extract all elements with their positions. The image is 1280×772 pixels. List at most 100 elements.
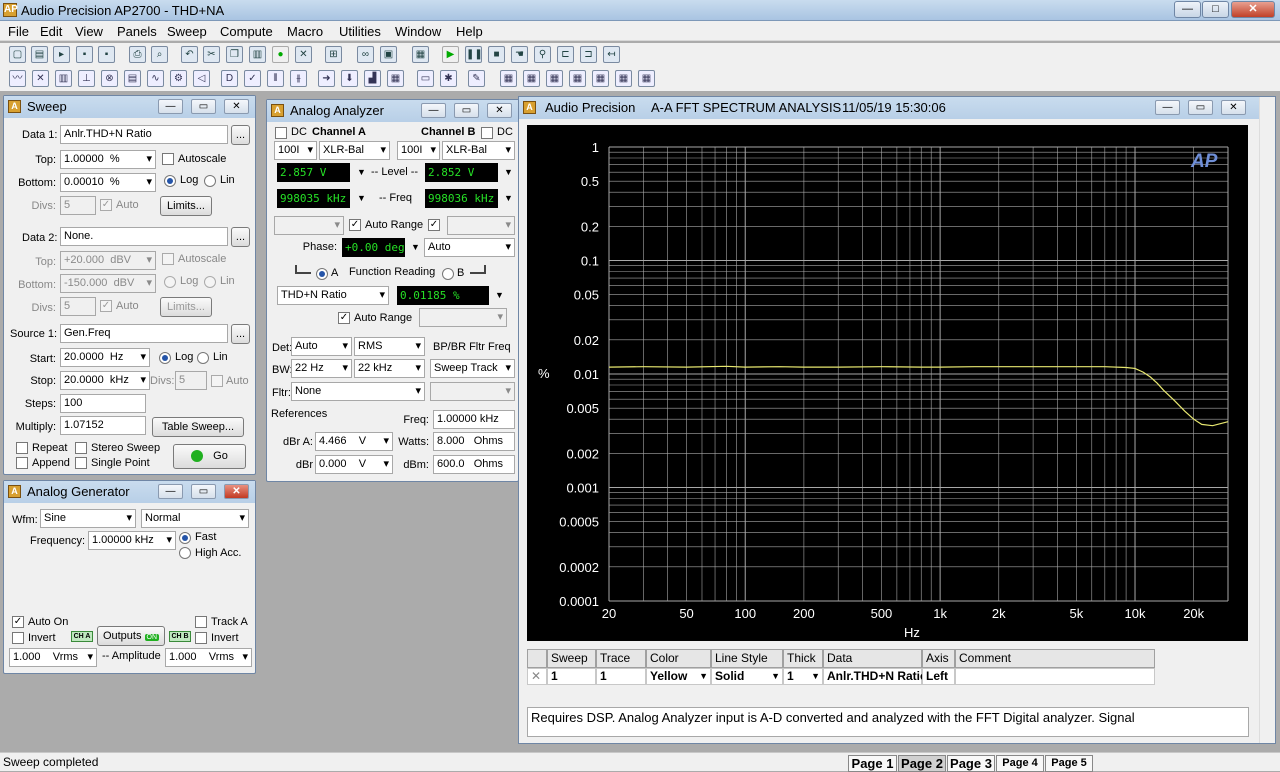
play-icon[interactable]: ▶ <box>442 46 459 63</box>
track-a-checkbox[interactable] <box>195 616 207 628</box>
menu-help[interactable]: Help <box>456 24 483 39</box>
amplitude-b-field[interactable]: 1.000 Vrms <box>165 648 252 667</box>
panel-maximize-button[interactable]: ▭ <box>191 484 216 499</box>
new-test-icon[interactable]: ▤ <box>31 46 48 63</box>
settings-icon[interactable]: ⚙ <box>170 70 187 87</box>
dc-a-checkbox[interactable] <box>275 127 287 139</box>
repeat-checkbox[interactable] <box>16 442 28 454</box>
data2-browse-button[interactable]: ... <box>231 227 250 247</box>
input-a-select[interactable]: XLR-Bal <box>319 141 390 160</box>
probe-icon[interactable]: ✕ <box>32 70 49 87</box>
close-button[interactable]: ✕ <box>1231 1 1275 18</box>
filter-icon[interactable]: ⊥ <box>78 70 95 87</box>
save-all-icon[interactable]: ▪ <box>98 46 115 63</box>
bw-high-select[interactable]: 22 kHz <box>354 359 425 378</box>
data2-log-radio[interactable] <box>164 276 176 288</box>
function-b-radio[interactable] <box>442 268 454 280</box>
table-sweep-button[interactable]: Table Sweep... <box>152 417 244 437</box>
auto-range-b-checkbox[interactable]: ✓ <box>428 219 440 231</box>
open-icon[interactable]: ▸ <box>53 46 70 63</box>
data1-lin-radio[interactable] <box>204 175 216 187</box>
graph-scrollbar[interactable] <box>1259 97 1275 743</box>
page-icon-2[interactable]: ▦ <box>523 70 540 87</box>
page-icon-5[interactable]: ▦ <box>592 70 609 87</box>
comment-textarea[interactable]: Requires DSP. Analog Analyzer input is A… <box>527 707 1249 737</box>
hand-icon[interactable]: ☚ <box>511 46 528 63</box>
meter-icon[interactable]: ▭ <box>417 70 434 87</box>
go-button[interactable]: Go <box>173 444 246 469</box>
append-checkbox[interactable] <box>16 457 28 469</box>
bracket-icon[interactable]: ⊏ <box>557 46 574 63</box>
function-range-select[interactable] <box>419 308 507 327</box>
dbm-field[interactable]: 600.0 Ohms <box>433 455 515 474</box>
freq-a-dropdown-icon[interactable]: ▼ <box>357 193 366 203</box>
page-tab-2[interactable]: Page 2 <box>898 755 946 772</box>
outputs-button[interactable]: Outputs ON <box>97 626 165 646</box>
pause-icon[interactable]: ❚❚ <box>465 46 482 63</box>
data2-limits-button[interactable]: Limits... <box>160 297 212 317</box>
line-style-dropdown-icon[interactable]: ▼ <box>771 669 780 684</box>
check-icon[interactable]: ✓ <box>244 70 261 87</box>
page-tab-3[interactable]: Page 3 <box>947 755 995 772</box>
panel-icon[interactable]: ▣ <box>380 46 397 63</box>
data2-divs-field[interactable]: 5 <box>60 297 96 316</box>
data1-browse-button[interactable]: ... <box>231 125 250 145</box>
data1-divs-field[interactable]: 5 <box>60 196 96 215</box>
new-file-icon[interactable]: ▢ <box>9 46 26 63</box>
data2-autoscale-checkbox[interactable] <box>162 253 174 265</box>
display-icon[interactable]: ▦ <box>412 46 429 63</box>
auto-range-a-checkbox[interactable]: ✓ <box>349 219 361 231</box>
menu-window[interactable]: Window <box>395 24 441 39</box>
level-b-dropdown-icon[interactable]: ▼ <box>504 167 513 177</box>
panel-maximize-button[interactable]: ▭ <box>454 103 479 118</box>
single-point-checkbox[interactable] <box>75 457 87 469</box>
wfm-select[interactable]: Sine <box>40 509 136 528</box>
range-a-select[interactable]: 100I <box>274 141 317 160</box>
data2-auto-checkbox[interactable]: ✓ <box>100 300 112 312</box>
data2-lin-radio[interactable] <box>204 276 216 288</box>
sweep-graph-icon[interactable]: 〰 <box>9 70 26 87</box>
auto-range-function-checkbox[interactable]: ✓ <box>338 312 350 324</box>
page-tab-1[interactable]: Page 1 <box>848 755 897 772</box>
plot-area[interactable]: 1 0.5 0.2 0.1 0.05 0.02 0.01 0.005 0.002 0.001 0.0… <box>527 125 1248 641</box>
frequency-field[interactable]: 1.00000 kHz <box>88 531 176 550</box>
stop-icon[interactable]: ■ <box>488 46 505 63</box>
menu-file[interactable]: File <box>8 24 29 39</box>
page-icon-7[interactable]: ▦ <box>638 70 655 87</box>
cell-trace[interactable]: 1 <box>596 668 646 685</box>
link-icon[interactable]: ∞ <box>357 46 374 63</box>
page-icon-3[interactable]: ▦ <box>546 70 563 87</box>
freq-b-dropdown-icon[interactable]: ▼ <box>504 193 513 203</box>
row-delete-icon[interactable]: ✕ <box>527 668 547 685</box>
minimize-button[interactable]: — <box>1174 1 1201 18</box>
data2-top-field[interactable]: +20.000 dBV <box>60 251 156 270</box>
data2-field[interactable]: None. <box>60 227 228 246</box>
function-a-radio[interactable] <box>316 268 328 280</box>
cell-sweep[interactable]: 1 <box>547 668 596 685</box>
fltr-aux-select[interactable] <box>430 382 515 401</box>
stop-field[interactable]: 20.0000 kHz <box>60 371 150 390</box>
panel-maximize-button[interactable]: ▭ <box>191 99 216 114</box>
panel-minimize-button[interactable]: — <box>158 484 183 499</box>
data1-autoscale-checkbox[interactable] <box>162 153 174 165</box>
source1-divs-field[interactable]: 5 <box>175 371 207 390</box>
wfm-mode-select[interactable]: Normal <box>141 509 249 528</box>
print-icon[interactable]: ⎙ <box>129 46 146 63</box>
high-acc-radio[interactable] <box>179 547 191 559</box>
data2-bottom-field[interactable]: -150.000 dBV <box>60 274 156 293</box>
data1-log-radio[interactable] <box>164 175 176 187</box>
dcx-icon[interactable]: D <box>221 70 238 87</box>
analyzer-icon[interactable]: ▤ <box>124 70 141 87</box>
cell-color[interactable]: Yellow ▼ <box>646 668 711 685</box>
graph-icon[interactable]: ⊞ <box>325 46 342 63</box>
det-type-select[interactable]: RMS <box>354 337 425 356</box>
sliders-icon[interactable]: ⫴ <box>267 70 284 87</box>
phase-mode-select[interactable]: Auto <box>424 238 515 257</box>
bar-meter-icon[interactable]: ▥ <box>55 70 72 87</box>
panel-close-button[interactable]: ✕ <box>487 103 512 118</box>
copy-icon[interactable]: ❐ <box>226 46 243 63</box>
panel-minimize-button[interactable]: — <box>421 103 446 118</box>
source1-browse-button[interactable]: ... <box>231 324 250 344</box>
print-preview-icon[interactable]: ⌕ <box>151 46 168 63</box>
mixer-icon[interactable]: ⫵ <box>290 70 307 87</box>
